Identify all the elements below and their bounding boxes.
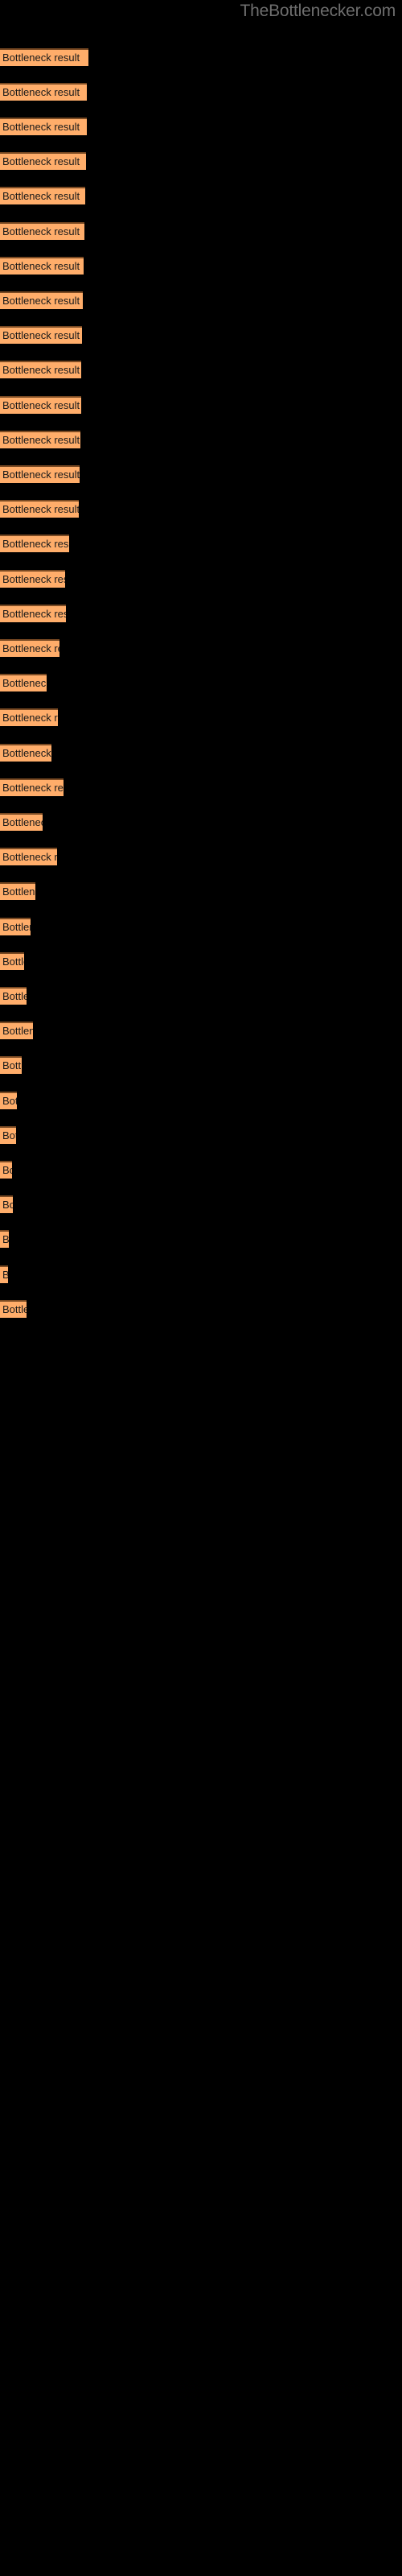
bar-segment[interactable]: Bottleneck result <box>0 48 88 66</box>
bar-label: Bottleneck result <box>2 642 59 654</box>
bar-segment[interactable]: Bottleneck result <box>0 744 51 762</box>
bar-label: Bottleneck result <box>2 538 69 550</box>
bar-segment[interactable]: Bottleneck result <box>0 848 57 865</box>
bar-segment[interactable]: Bottleneck result <box>0 1230 9 1248</box>
bar-label: Bottleneck result <box>2 712 58 724</box>
bar-label: Bottleneck result <box>2 86 80 98</box>
bar-segment[interactable]: Bottleneck result <box>0 674 47 691</box>
bar-segment[interactable]: Bottleneck result <box>0 291 83 309</box>
bar-segment[interactable]: Bottleneck result <box>0 500 79 518</box>
bar-label: Bottleneck result <box>2 1059 22 1071</box>
bar-segment[interactable]: Bottleneck result <box>0 1161 12 1179</box>
bar-segment[interactable]: Bottleneck result <box>0 882 35 900</box>
bar-segment[interactable]: Bottleneck result <box>0 118 87 135</box>
bar-label: Bottleneck result <box>2 886 35 898</box>
bar-segment[interactable]: Bottleneck result <box>0 222 84 240</box>
bar-label: Bottleneck result <box>2 990 27 1002</box>
bar-segment[interactable]: Bottleneck result <box>0 1056 22 1074</box>
bar-label: Bottleneck result <box>2 747 51 759</box>
bar-segment[interactable]: Bottleneck result <box>0 187 85 204</box>
bar-label: Bottleneck result <box>2 260 80 272</box>
bar-label: Bottleneck result <box>2 1129 16 1141</box>
bar-label: Bottleneck result <box>2 782 64 794</box>
bar-segment[interactable]: Bottleneck result <box>0 987 27 1005</box>
bar-segment[interactable]: Bottleneck result <box>0 1022 33 1039</box>
bar-label: Bottleneck result <box>2 816 43 828</box>
bar-label: Bottleneck result <box>2 295 80 307</box>
bar-segment[interactable]: Bottleneck result <box>0 152 86 170</box>
bar-segment[interactable]: Bottleneck result <box>0 465 80 483</box>
bar-label: Bottleneck result <box>2 503 79 515</box>
bar-segment[interactable]: Bottleneck result <box>0 813 43 831</box>
bar-segment[interactable]: Bottleneck result <box>0 396 81 414</box>
bar-label: Bottleneck result <box>2 677 47 689</box>
bar-label: Bottleneck result <box>2 851 57 863</box>
bar-segment[interactable]: Bottleneck result <box>0 431 80 448</box>
bar-label: Bottleneck result <box>2 1095 17 1107</box>
bar-label: Bottleneck result <box>2 121 80 133</box>
bar-label: Bottleneck result <box>2 469 80 481</box>
bar-segment[interactable]: Bottleneck result <box>0 708 58 726</box>
bar-segment[interactable]: Bottleneck result <box>0 1195 13 1213</box>
bottleneck-bar-chart: Bottleneck result Bottleneck result Bottle… <box>0 0 402 2576</box>
bar-segment[interactable]: Bottleneck result <box>0 1265 8 1283</box>
bar-segment[interactable]: Bottleneck result <box>0 257 84 275</box>
bar-segment[interactable]: Bottleneck result <box>0 1300 27 1318</box>
bar-label: Bottleneck result <box>2 1025 33 1037</box>
bar-segment[interactable]: Bottleneck result <box>0 1092 17 1109</box>
bar-segment[interactable]: Bottleneck result <box>0 952 24 970</box>
bar-label: Bottleneck result <box>2 921 31 933</box>
bar-segment[interactable]: Bottleneck result <box>0 83 87 101</box>
bar-segment[interactable]: Bottleneck result <box>0 535 69 552</box>
bar-segment[interactable]: Bottleneck result <box>0 918 31 935</box>
bar-label: Bottleneck result <box>2 434 80 446</box>
bar-label: Bottleneck result <box>2 608 66 620</box>
bar-label: Bottleneck result <box>2 956 24 968</box>
bar-label: Bottleneck result <box>2 399 80 411</box>
bar-segment[interactable]: Bottleneck result <box>0 570 65 588</box>
bar-label: Bottleneck result <box>2 329 80 341</box>
bar-label: Bottleneck result <box>2 1164 12 1176</box>
bar-label: Bottleneck result <box>2 225 80 237</box>
bar-label: Bottleneck result <box>2 1199 13 1211</box>
bar-label: Bottleneck result <box>2 1233 9 1245</box>
bar-segment[interactable]: Bottleneck result <box>0 1126 16 1144</box>
bar-label: Bottleneck result <box>2 364 80 376</box>
bar-segment[interactable]: Bottleneck result <box>0 639 59 657</box>
bar-label: Bottleneck result <box>2 1267 8 1283</box>
bar-segment[interactable]: Bottleneck result <box>0 361 81 378</box>
bar-label: Bottleneck result <box>2 190 80 202</box>
bar-segment[interactable]: Bottleneck result <box>0 326 82 344</box>
bar-segment[interactable]: Bottleneck result <box>0 778 64 796</box>
bar-label: Bottleneck result <box>2 52 80 64</box>
bar-label: Bottleneck result <box>2 573 65 585</box>
bar-label: Bottleneck result <box>2 1303 27 1315</box>
bar-label: Bottleneck result <box>2 155 80 167</box>
bar-segment[interactable]: Bottleneck result <box>0 605 66 622</box>
